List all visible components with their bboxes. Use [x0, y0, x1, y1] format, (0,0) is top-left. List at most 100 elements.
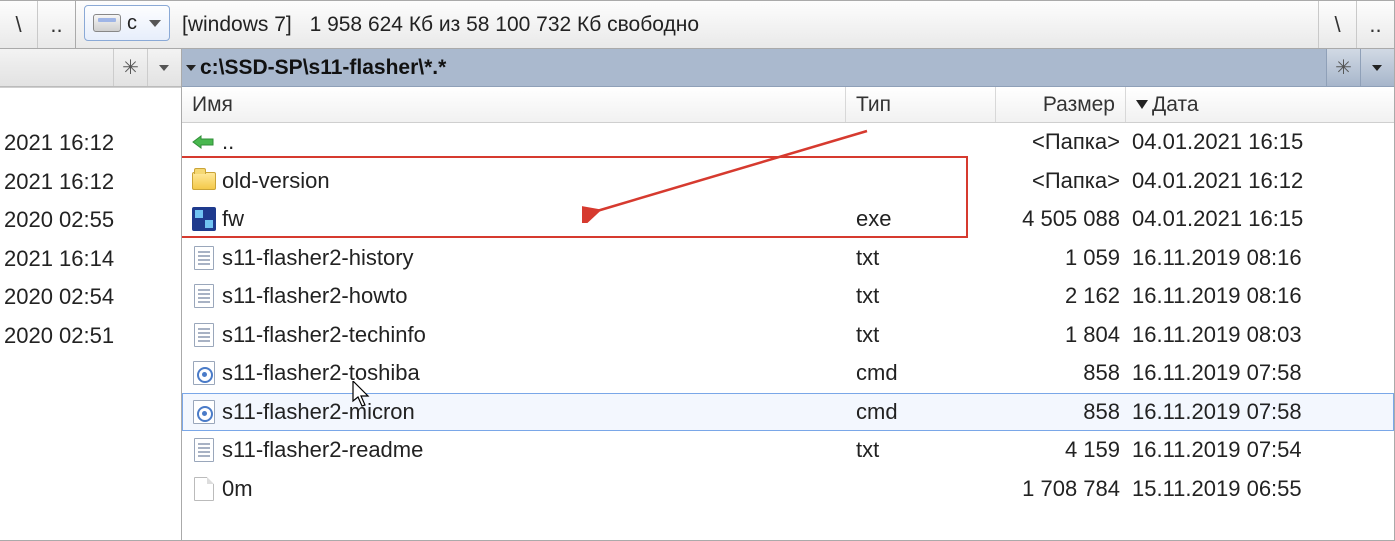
- chevron-down-icon: [159, 65, 169, 71]
- file-type: cmd: [846, 360, 996, 386]
- up-button-right[interactable]: ..: [1356, 1, 1394, 48]
- current-path: c:\SSD-SP\s11-flasher\*.*: [200, 56, 446, 80]
- chevron-down-icon: [149, 20, 161, 27]
- file-row[interactable]: s11-flasher2-microncmd85816.11.2019 07:5…: [182, 393, 1394, 432]
- file-size: <Папка>: [996, 129, 1126, 155]
- drive-icon: [93, 14, 121, 32]
- file-type: txt: [846, 245, 996, 271]
- file-list[interactable]: ..<Папка>04.01.2021 16:15old-version<Пап…: [182, 123, 1394, 540]
- column-name[interactable]: Имя: [182, 87, 846, 122]
- file-name: s11-flasher2-history: [222, 245, 846, 271]
- file-icon: [190, 475, 218, 503]
- file-row[interactable]: s11-flasher2-readmetxt4 15916.11.2019 07…: [182, 431, 1394, 470]
- chevron-down-icon: [186, 65, 196, 71]
- text-file-icon: [190, 321, 218, 349]
- chevron-down-icon: [1372, 65, 1382, 71]
- column-header: Имя Тип Размер Дата: [182, 87, 1394, 123]
- right-panel: c:\SSD-SP\s11-flasher\*.* ✳ Имя Тип Разм…: [182, 49, 1394, 540]
- file-size: 4 159: [996, 437, 1126, 463]
- file-name: ..: [222, 129, 846, 155]
- file-size: <Папка>: [996, 168, 1126, 194]
- drive-bar: \ .. c [windows 7] 1 958 624 Кб из 58 10…: [0, 1, 1394, 49]
- file-type: txt: [846, 437, 996, 463]
- star-icon: ✳: [122, 58, 139, 78]
- exe-icon: [190, 205, 218, 233]
- file-row[interactable]: s11-flasher2-historytxt1 05916.11.2019 0…: [182, 239, 1394, 278]
- text-file-icon: [190, 244, 218, 272]
- file-name: old-version: [222, 168, 846, 194]
- left-date-cell[interactable]: 2021 16:12: [0, 163, 181, 202]
- up-button[interactable]: ..: [38, 1, 76, 48]
- disk-free-text: 1 958 624 Кб из 58 100 732 Кб свободно: [310, 13, 699, 37]
- column-date[interactable]: Дата: [1126, 87, 1394, 122]
- file-row[interactable]: s11-flasher2-techinfotxt1 80416.11.2019 …: [182, 316, 1394, 355]
- left-panel: ✳ 2021 16:122021 16:122020 02:552021 16:…: [0, 49, 182, 540]
- left-history-button[interactable]: [147, 49, 181, 86]
- left-favorites-button[interactable]: ✳: [113, 49, 147, 86]
- file-size: 4 505 088: [996, 206, 1126, 232]
- file-date: 16.11.2019 07:54: [1126, 437, 1394, 463]
- file-name: 0m: [222, 476, 846, 502]
- file-type: txt: [846, 283, 996, 309]
- file-type: txt: [846, 322, 996, 348]
- file-name: fw: [222, 206, 846, 232]
- star-icon: ✳: [1335, 58, 1352, 78]
- history-button[interactable]: [1360, 49, 1394, 86]
- file-name: s11-flasher2-toshiba: [222, 360, 846, 386]
- file-name: s11-flasher2-micron: [222, 399, 846, 425]
- sort-desc-icon: [1136, 100, 1148, 109]
- file-date: 04.01.2021 16:12: [1126, 168, 1394, 194]
- file-size: 1 708 784: [996, 476, 1126, 502]
- folder-icon: [190, 167, 218, 195]
- column-size[interactable]: Размер: [996, 87, 1126, 122]
- file-size: 858: [996, 360, 1126, 386]
- cmd-file-icon: [190, 359, 218, 387]
- root-button-right[interactable]: \: [1318, 1, 1356, 48]
- disk-info: [windows 7] 1 958 624 Кб из 58 100 732 К…: [178, 1, 1318, 48]
- file-row[interactable]: s11-flasher2-howtotxt2 16216.11.2019 08:…: [182, 277, 1394, 316]
- left-path-text: [0, 49, 113, 86]
- file-date: 16.11.2019 08:16: [1126, 245, 1394, 271]
- drive-letter: c: [127, 12, 137, 35]
- file-date: 04.01.2021 16:15: [1126, 206, 1394, 232]
- left-file-list[interactable]: 2021 16:122021 16:122020 02:552021 16:14…: [0, 87, 181, 540]
- favorites-button[interactable]: ✳: [1326, 49, 1360, 86]
- drive-selector[interactable]: c: [84, 5, 170, 41]
- file-name: s11-flasher2-techinfo: [222, 322, 846, 348]
- file-date: 16.11.2019 07:58: [1126, 399, 1394, 425]
- left-date-cell[interactable]: 2020 02:51: [0, 317, 181, 356]
- file-row[interactable]: fwexe4 505 08804.01.2021 16:15: [182, 200, 1394, 239]
- file-type: exe: [846, 206, 996, 232]
- file-date: 15.11.2019 06:55: [1126, 476, 1394, 502]
- file-size: 1 804: [996, 322, 1126, 348]
- file-row[interactable]: s11-flasher2-toshibacmd85816.11.2019 07:…: [182, 354, 1394, 393]
- file-row[interactable]: 0m 1 708 78415.11.2019 06:55: [182, 470, 1394, 509]
- left-date-cell[interactable]: 2021 16:12: [0, 124, 181, 163]
- cmd-file-icon: [190, 398, 218, 426]
- file-type: cmd: [846, 399, 996, 425]
- file-row[interactable]: .. <Папка>04.01.2021 16:15: [182, 123, 1394, 162]
- file-date: 04.01.2021 16:15: [1126, 129, 1394, 155]
- file-name: s11-flasher2-readme: [222, 437, 846, 463]
- left-date-cell[interactable]: 2021 16:14: [0, 240, 181, 279]
- text-file-icon: [190, 282, 218, 310]
- left-date-cell[interactable]: 2020 02:54: [0, 278, 181, 317]
- left-pathbar: ✳: [0, 49, 181, 87]
- file-size: 2 162: [996, 283, 1126, 309]
- column-type[interactable]: Тип: [846, 87, 996, 122]
- root-button[interactable]: \: [0, 1, 38, 48]
- file-date: 16.11.2019 08:16: [1126, 283, 1394, 309]
- file-row[interactable]: old-version <Папка>04.01.2021 16:12: [182, 162, 1394, 201]
- file-date: 16.11.2019 07:58: [1126, 360, 1394, 386]
- left-date-cell[interactable]: 2020 02:55: [0, 201, 181, 240]
- column-date-label: Дата: [1152, 93, 1199, 117]
- path-text[interactable]: c:\SSD-SP\s11-flasher\*.*: [182, 49, 1326, 86]
- pathbar: c:\SSD-SP\s11-flasher\*.* ✳: [182, 49, 1394, 87]
- file-size: 858: [996, 399, 1126, 425]
- file-size: 1 059: [996, 245, 1126, 271]
- up-arrow-icon: [190, 128, 218, 156]
- file-name: s11-flasher2-howto: [222, 283, 846, 309]
- file-manager: \ .. c [windows 7] 1 958 624 Кб из 58 10…: [0, 0, 1395, 541]
- text-file-icon: [190, 436, 218, 464]
- file-date: 16.11.2019 08:03: [1126, 322, 1394, 348]
